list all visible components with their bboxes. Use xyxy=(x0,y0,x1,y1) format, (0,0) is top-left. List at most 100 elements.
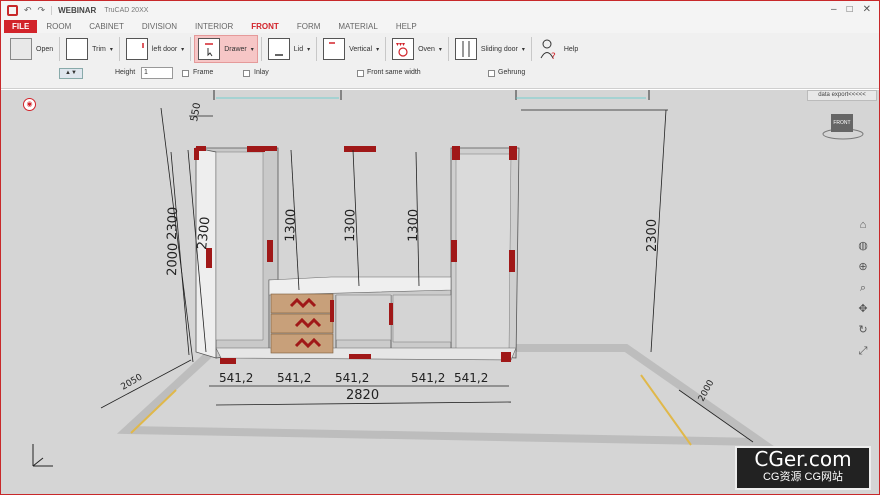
count-spinner[interactable]: ▲▼ xyxy=(59,68,83,79)
app-logo-icon xyxy=(7,5,18,16)
zoom-window-icon[interactable]: ⊕ xyxy=(856,260,870,274)
separator xyxy=(59,37,61,61)
chevron-down-icon[interactable]: ▾ xyxy=(251,46,254,53)
right-tall-cabinet[interactable] xyxy=(450,147,520,359)
separator xyxy=(260,37,262,61)
separator xyxy=(447,37,449,61)
dim-width-1: 541,2 xyxy=(219,371,253,385)
chevron-down-icon[interactable]: ▾ xyxy=(307,46,310,53)
tab-front[interactable]: FRONT xyxy=(242,20,288,33)
home-icon[interactable]: ⌂ xyxy=(856,218,870,232)
fit-view-icon[interactable]: ⤢ xyxy=(856,344,870,358)
dim-top-depth: 550 xyxy=(189,102,203,123)
dim-inner-2: 1300 xyxy=(343,209,359,242)
sliding-door-label: Sliding door xyxy=(480,45,518,53)
svg-text:?: ? xyxy=(551,52,556,61)
trim-tool[interactable]: Trim ▾ xyxy=(63,35,116,63)
tab-material[interactable]: MATERIAL xyxy=(329,20,386,33)
oven-label: Oven xyxy=(418,45,435,53)
visibility-eye-icon[interactable]: ◉ xyxy=(23,98,36,111)
chevron-down-icon[interactable]: ▾ xyxy=(522,46,525,53)
ribbon-options: ▲▼ Height 1 Frame Inlay Front same width… xyxy=(1,67,879,81)
sliding-door-tool[interactable]: Sliding door ▾ xyxy=(452,35,528,63)
sliding-door-icon xyxy=(454,38,477,60)
front-same-width-checkbox[interactable] xyxy=(357,70,364,77)
app-tag: WEBINAR xyxy=(51,6,96,15)
chevron-down-icon[interactable]: ▾ xyxy=(376,46,379,53)
redo-icon[interactable]: ↷ xyxy=(38,5,46,16)
ribbon-tools: Open Trim ▾ left door ▾ Drawer ▾ Lid ▾ V… xyxy=(7,35,581,63)
drawer-tool[interactable]: Drawer ▾ xyxy=(194,35,258,63)
dim-floor-left: 2050 xyxy=(120,372,145,392)
separator xyxy=(316,37,318,61)
dim-inner-1: 1300 xyxy=(283,209,299,243)
height-input[interactable]: 1 xyxy=(141,67,173,79)
separator xyxy=(118,37,120,61)
gehrung-checkbox[interactable] xyxy=(488,70,495,77)
inlay-label: Inlay xyxy=(254,69,269,76)
chevron-down-icon[interactable]: ▾ xyxy=(439,46,442,53)
3d-viewport[interactable]: 550 2000 2300 2300 1300 1300 1300 2300 5… xyxy=(1,90,879,494)
vertical-tool[interactable]: Vertical ▾ xyxy=(320,35,382,63)
open-tool[interactable]: Open xyxy=(7,35,56,63)
trim-icon xyxy=(66,38,89,60)
watermark-main: CGer.com xyxy=(754,447,852,471)
tab-room[interactable]: ROOM xyxy=(37,20,80,33)
chevron-down-icon[interactable]: ▾ xyxy=(181,46,184,53)
tab-help[interactable]: HELP xyxy=(387,20,426,33)
drawer-stack[interactable] xyxy=(270,293,334,354)
tab-division[interactable]: DIVISION xyxy=(133,20,186,33)
cabinet-scene: 550 2000 2300 2300 1300 1300 1300 2300 5… xyxy=(100,90,775,447)
maximize-button[interactable]: □ xyxy=(847,4,853,15)
door-icon xyxy=(125,38,148,60)
drawer-icon xyxy=(198,38,221,60)
undo-icon[interactable]: ↶ xyxy=(24,5,32,16)
close-button[interactable]: ✕ xyxy=(863,4,871,15)
tab-cabinet[interactable]: CABINET xyxy=(80,20,133,33)
help-tool[interactable]: ? Help xyxy=(535,35,581,63)
ceiling-guides xyxy=(213,90,650,100)
zoom-icon[interactable]: ⌕ xyxy=(856,281,870,295)
left-door-label: left door xyxy=(151,45,178,53)
dim-width-3: 541,2 xyxy=(335,371,369,385)
app-version: TruCAD 20XX xyxy=(104,7,149,14)
lid-label: Lid xyxy=(293,45,304,53)
dim-width-5: 541,2 xyxy=(454,371,488,385)
chevron-down-icon[interactable]: ▾ xyxy=(110,46,113,53)
inlay-checkbox[interactable] xyxy=(243,70,250,77)
separator xyxy=(530,37,532,61)
dim-right-height: 2300 xyxy=(645,219,660,252)
minimize-button[interactable]: – xyxy=(831,4,837,15)
tab-file[interactable]: FILE xyxy=(4,20,38,33)
view-cube[interactable]: FRONT xyxy=(819,104,869,146)
open-icon xyxy=(10,38,32,60)
tab-form[interactable]: FORM xyxy=(288,20,330,33)
window-controls: – □ ✕ xyxy=(831,4,871,15)
dim-left-outer: 2000 xyxy=(165,243,181,277)
pan-icon[interactable]: ✥ xyxy=(856,302,870,316)
trim-label: Trim xyxy=(92,45,106,53)
separator xyxy=(385,37,387,61)
watermark-sub: CG资源 CG网站 xyxy=(762,471,844,483)
dim-left-mid: 2300 xyxy=(165,207,181,241)
watermark: CGer.com CG资源 CG网站 xyxy=(735,446,871,490)
dim-width-4: 541,2 xyxy=(411,371,445,385)
height-label: Height xyxy=(115,69,136,76)
oven-tool[interactable]: ▾▾▾ Oven ▾ xyxy=(389,35,445,63)
menu-bar: FILE ROOM CABINET DIVISION INTERIOR FRON… xyxy=(1,20,879,33)
vertical-label: Vertical xyxy=(349,45,373,53)
separator xyxy=(190,37,192,61)
data-export-button[interactable]: data export<<<<< xyxy=(807,90,877,101)
vertical-icon xyxy=(323,38,346,60)
orbit-icon[interactable]: ◍ xyxy=(856,239,870,253)
left-door-tool[interactable]: left door ▾ xyxy=(123,35,187,63)
tab-interior[interactable]: INTERIOR xyxy=(186,20,242,33)
frame-checkbox[interactable] xyxy=(182,70,189,77)
cube-front-face[interactable]: FRONT xyxy=(831,114,853,132)
lid-tool[interactable]: Lid ▾ xyxy=(265,35,313,63)
rotate-icon[interactable]: ↻ xyxy=(856,323,870,337)
ribbon: Open Trim ▾ left door ▾ Drawer ▾ Lid ▾ V… xyxy=(1,33,879,89)
frame-label: Frame xyxy=(193,69,214,76)
dim-total-width: 2820 xyxy=(346,388,379,403)
oven-icon: ▾▾▾ xyxy=(392,38,415,60)
